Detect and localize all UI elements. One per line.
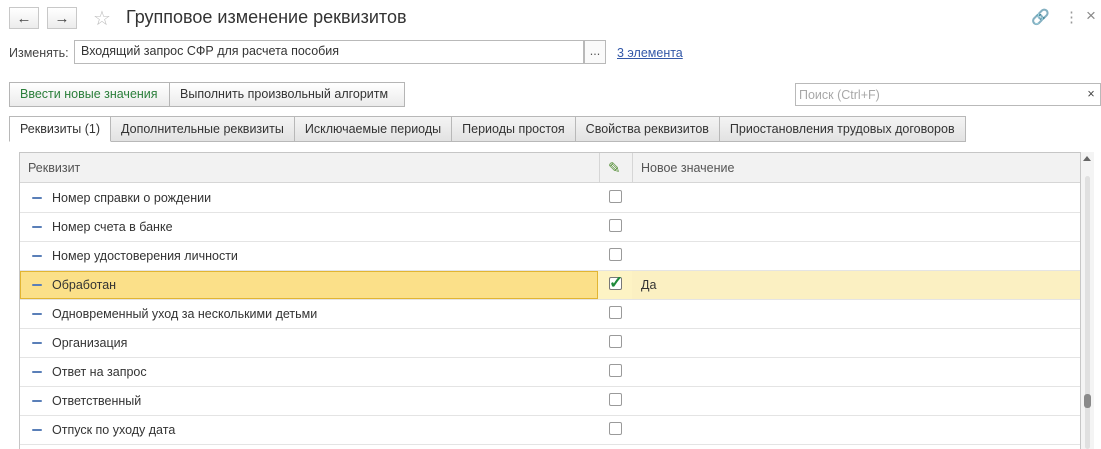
table-row[interactable]: Номер счета в банке	[20, 213, 1080, 242]
link-icon[interactable]: 🔗	[1031, 8, 1050, 26]
clear-search-button[interactable]: ×	[1082, 83, 1101, 106]
attribute-dash-icon	[32, 284, 42, 286]
select-button[interactable]: ...	[584, 40, 606, 64]
enter-new-values-button[interactable]: Ввести новые значения	[9, 82, 170, 107]
row-checkbox[interactable]	[609, 393, 622, 406]
row-checkbox-checked[interactable]: ✓	[609, 273, 623, 292]
checkmark-icon: ✓	[609, 273, 624, 292]
table-row[interactable]: Одновременный уход за несколькими детьми	[20, 300, 1080, 329]
attribute-dash-icon	[32, 197, 42, 199]
vertical-scrollbar[interactable]	[1081, 152, 1094, 449]
attribute-name: Номер удостоверения личности	[52, 249, 238, 263]
table-row[interactable]: Номер удостоверения личности	[20, 242, 1080, 271]
tab-bar: Реквизиты (1) Дополнительные реквизиты И…	[9, 116, 966, 142]
table-row[interactable]: Ответ на запрос	[20, 358, 1080, 387]
run-algorithm-button[interactable]: Выполнить произвольный алгоритм	[169, 82, 405, 107]
table-header: Реквизит ✎ Новое значение	[20, 153, 1080, 183]
tab-excluded-periods[interactable]: Исключаемые периоды	[294, 116, 453, 142]
table-row[interactable]: Организация	[20, 329, 1080, 358]
back-button[interactable]: ←	[9, 7, 39, 29]
change-label: Изменять:	[9, 46, 69, 60]
row-checkbox[interactable]	[609, 364, 622, 377]
arrow-left-icon: ←	[16, 9, 32, 27]
tab-attributes[interactable]: Реквизиты (1)	[9, 116, 112, 142]
table-row[interactable]: Номер справки о рождении	[20, 184, 1080, 213]
attribute-dash-icon	[32, 371, 42, 373]
scroll-track[interactable]	[1085, 176, 1090, 449]
attributes-table: Реквизит ✎ Новое значение Номер справки …	[19, 152, 1081, 449]
more-menu-icon[interactable]: ⋮	[1064, 8, 1079, 26]
attribute-name: Номер счета в банке	[52, 220, 173, 234]
table-row-selected[interactable]: Обработан ✓ Да	[20, 271, 1080, 300]
attribute-name: Номер справки о рождении	[52, 191, 212, 205]
elements-link[interactable]: 3 элемента	[617, 46, 683, 60]
row-checkbox[interactable]	[609, 422, 622, 435]
clear-icon: ×	[1087, 87, 1095, 101]
attribute-name: Одновременный уход за несколькими детьми	[52, 307, 318, 321]
search-input[interactable]	[795, 83, 1083, 106]
pencil-icon: ✎	[608, 160, 621, 177]
attribute-dash-icon	[32, 255, 42, 257]
new-value-cell[interactable]: Да	[641, 278, 656, 292]
row-checkbox[interactable]	[609, 190, 622, 203]
attribute-name: Отпуск по уходу дата	[52, 423, 176, 437]
scroll-thumb[interactable]	[1084, 394, 1091, 408]
attribute-name: Ответственный	[52, 394, 142, 408]
change-object-field[interactable]: Входящий запрос СФР для расчета пособия	[74, 40, 584, 64]
row-checkbox[interactable]	[609, 248, 622, 261]
attribute-name: Ответ на запрос	[52, 365, 147, 379]
tab-contract-suspensions[interactable]: Приостановления трудовых договоров	[719, 116, 966, 142]
column-header-new-value[interactable]: Новое значение	[641, 161, 734, 175]
attribute-dash-icon	[32, 313, 42, 315]
tab-downtime-periods[interactable]: Периоды простоя	[452, 116, 576, 142]
attribute-dash-icon	[32, 342, 42, 344]
attribute-name: Обработан	[52, 278, 117, 292]
attribute-dash-icon	[32, 226, 42, 228]
row-checkbox[interactable]	[609, 219, 622, 232]
attribute-dash-icon	[32, 400, 42, 402]
table-row[interactable]: Ответственный	[20, 387, 1080, 416]
selected-value-cell[interactable]	[632, 271, 1080, 299]
page-title: Групповое изменение реквизитов	[126, 7, 407, 27]
attribute-name: Организация	[52, 336, 128, 350]
scroll-up-arrow-icon[interactable]	[1083, 156, 1091, 161]
tab-additional-attributes[interactable]: Дополнительные реквизиты	[111, 116, 295, 142]
column-header-attribute[interactable]: Реквизит	[28, 161, 80, 175]
tab-attribute-properties[interactable]: Свойства реквизитов	[575, 116, 720, 142]
forward-button[interactable]: →	[47, 7, 77, 29]
favorite-star-icon[interactable]: ☆	[93, 6, 111, 31]
arrow-right-icon: →	[54, 9, 70, 27]
table-row[interactable]: Отпуск по уходу дата	[20, 416, 1080, 445]
row-checkbox[interactable]	[609, 306, 622, 319]
row-checkbox[interactable]	[609, 335, 622, 348]
attribute-dash-icon	[32, 429, 42, 431]
close-icon[interactable]: ×	[1086, 6, 1096, 26]
